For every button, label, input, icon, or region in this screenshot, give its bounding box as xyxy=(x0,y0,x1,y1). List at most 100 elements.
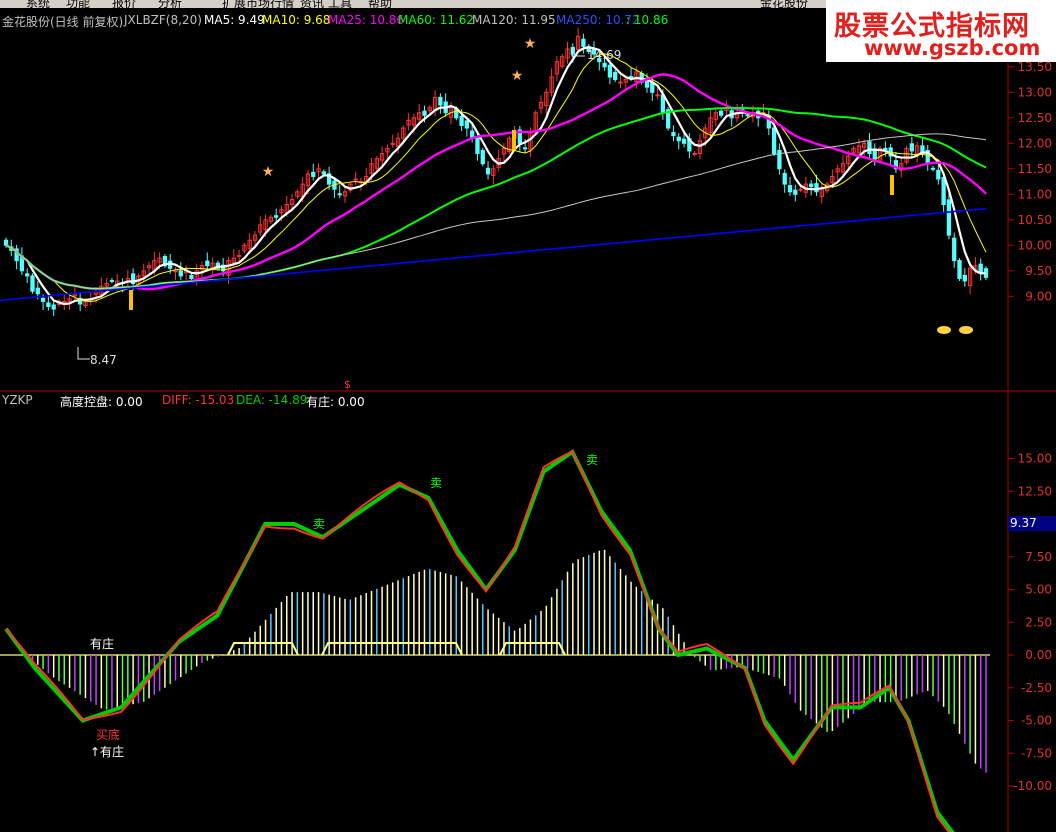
candle-body xyxy=(676,136,681,142)
sub-tick-label: -2.50 xyxy=(1021,681,1052,695)
sub-indicator-name[interactable]: YZKP xyxy=(2,393,33,407)
candle-body xyxy=(607,64,613,78)
candle-body xyxy=(422,110,427,116)
candle-body xyxy=(311,171,316,177)
candle-body xyxy=(480,149,485,165)
price-tick-label: 13.00 xyxy=(1018,85,1052,99)
price-tick-label: 11.00 xyxy=(1018,187,1052,201)
price-tick-label: 12.50 xyxy=(1018,111,1052,125)
sub-tick-label: 15.00 xyxy=(1018,452,1052,466)
stock-chart[interactable]: 14.0013.5013.0012.5012.0011.5011.0010.50… xyxy=(0,0,1056,832)
buy-bottom-signal: 买底 xyxy=(96,728,121,742)
sell-signal-1: 卖 xyxy=(313,517,326,531)
candle-body xyxy=(25,273,30,277)
candle-body xyxy=(745,114,750,117)
price-tick-label: 9.00 xyxy=(1025,289,1052,303)
sub-tick-label: 5.00 xyxy=(1025,583,1052,597)
sub-tick-label: 0.00 xyxy=(1025,648,1052,662)
candle-body xyxy=(671,132,676,137)
header-stock-name: 金花股份(日线 前复权) xyxy=(2,15,124,29)
candle-body xyxy=(782,172,787,185)
candle-body xyxy=(189,274,194,279)
highlight-bar xyxy=(512,130,516,150)
candle-body xyxy=(464,120,470,129)
candle-body xyxy=(35,287,40,295)
candle-body xyxy=(522,147,528,150)
candle-body xyxy=(957,260,962,279)
candle-body xyxy=(485,167,491,175)
candle-body xyxy=(602,62,607,68)
signal-person-icon: ★ xyxy=(511,68,524,84)
candle-body xyxy=(814,183,819,193)
candle-body xyxy=(771,127,777,154)
candle-body xyxy=(962,274,967,282)
candle-body xyxy=(475,137,480,154)
candle-body xyxy=(274,215,279,218)
low-price-label: 8.47 xyxy=(90,353,117,367)
price-tick-label: 12.00 xyxy=(1018,136,1052,150)
header-ma120: MA120: 11.95 xyxy=(472,13,556,27)
zhuang-label: 有庄 xyxy=(90,637,115,651)
candle-body xyxy=(353,178,358,181)
candle-body xyxy=(793,189,798,195)
sub-gkp-value: 高度控盘: 0.00 xyxy=(60,395,143,409)
candle-body xyxy=(178,270,183,277)
sub-tick-label: 12.50 xyxy=(1018,484,1052,498)
candle-body xyxy=(936,169,941,180)
candle-body xyxy=(644,80,650,88)
header-ma5: MA5: 9.49 xyxy=(204,13,265,27)
zhuang-arrow-label: ↑有庄 xyxy=(90,745,125,759)
candle-body xyxy=(867,141,872,155)
candle-body xyxy=(946,199,952,236)
signal-person-icon: ★ xyxy=(524,36,537,52)
candle-body xyxy=(613,71,618,81)
header-ma250-tail: : 10.86 xyxy=(626,13,669,27)
candle-body xyxy=(30,275,35,292)
sub-diff-value: DIFF: -15.03 xyxy=(162,393,235,407)
candle-body xyxy=(581,38,586,47)
price-tick-label: 10.00 xyxy=(1018,238,1052,252)
price-tick-label: 11.50 xyxy=(1018,162,1052,176)
header-ma25: MA25: 10.86 xyxy=(328,13,405,27)
candle-body xyxy=(459,115,464,126)
gold-ingot-icon xyxy=(937,326,951,334)
candle-body xyxy=(205,260,210,267)
price-tick-label: 10.50 xyxy=(1018,213,1052,227)
sub-tick-label: -5.00 xyxy=(1021,714,1052,728)
high-price-label: 14.69 xyxy=(587,48,622,62)
sub-tick-label: -7.50 xyxy=(1021,746,1052,760)
sub-tick-label: 2.50 xyxy=(1025,615,1052,629)
candle-body xyxy=(337,193,342,196)
candle-body xyxy=(46,302,51,307)
site-watermark: 股票公式指标网 www.gszb.com xyxy=(826,0,1056,62)
sub-dea-value: DEA: -14.89 xyxy=(236,393,308,407)
signal-person-icon: ★ xyxy=(262,164,275,180)
candle-body xyxy=(941,176,946,206)
watermark-url: www.gszb.com xyxy=(864,36,1041,60)
candle-body xyxy=(40,297,46,302)
header-indicator[interactable]: JXLBZF(8,20) xyxy=(124,13,202,27)
candle-body xyxy=(51,304,56,310)
header-ma10: MA10: 9.68 xyxy=(262,13,331,27)
sub-tick-label: 7.50 xyxy=(1025,550,1052,564)
candle-body xyxy=(809,183,814,188)
candle-body xyxy=(109,279,115,282)
dollar-marker: $ xyxy=(344,378,351,391)
sub-tick-label: -10.00 xyxy=(1013,779,1052,793)
price-box: 9.37 xyxy=(1008,516,1056,531)
candle-body xyxy=(909,143,914,152)
sub-yz-value: 有庄: 0.00 xyxy=(306,395,365,409)
candle-body xyxy=(618,81,623,84)
candle-body xyxy=(798,188,803,191)
candle-body xyxy=(930,167,936,170)
header-ma60: MA60: 11.62 xyxy=(398,13,475,27)
candle-body xyxy=(173,270,178,273)
candle-body xyxy=(628,75,634,78)
highlight-bar xyxy=(890,175,894,195)
candle-body xyxy=(390,142,395,145)
candle-body xyxy=(787,185,793,193)
candle-body xyxy=(438,96,443,106)
sell-signal-3: 卖 xyxy=(586,453,599,467)
candle-body xyxy=(681,138,687,144)
candle-body xyxy=(692,153,697,155)
